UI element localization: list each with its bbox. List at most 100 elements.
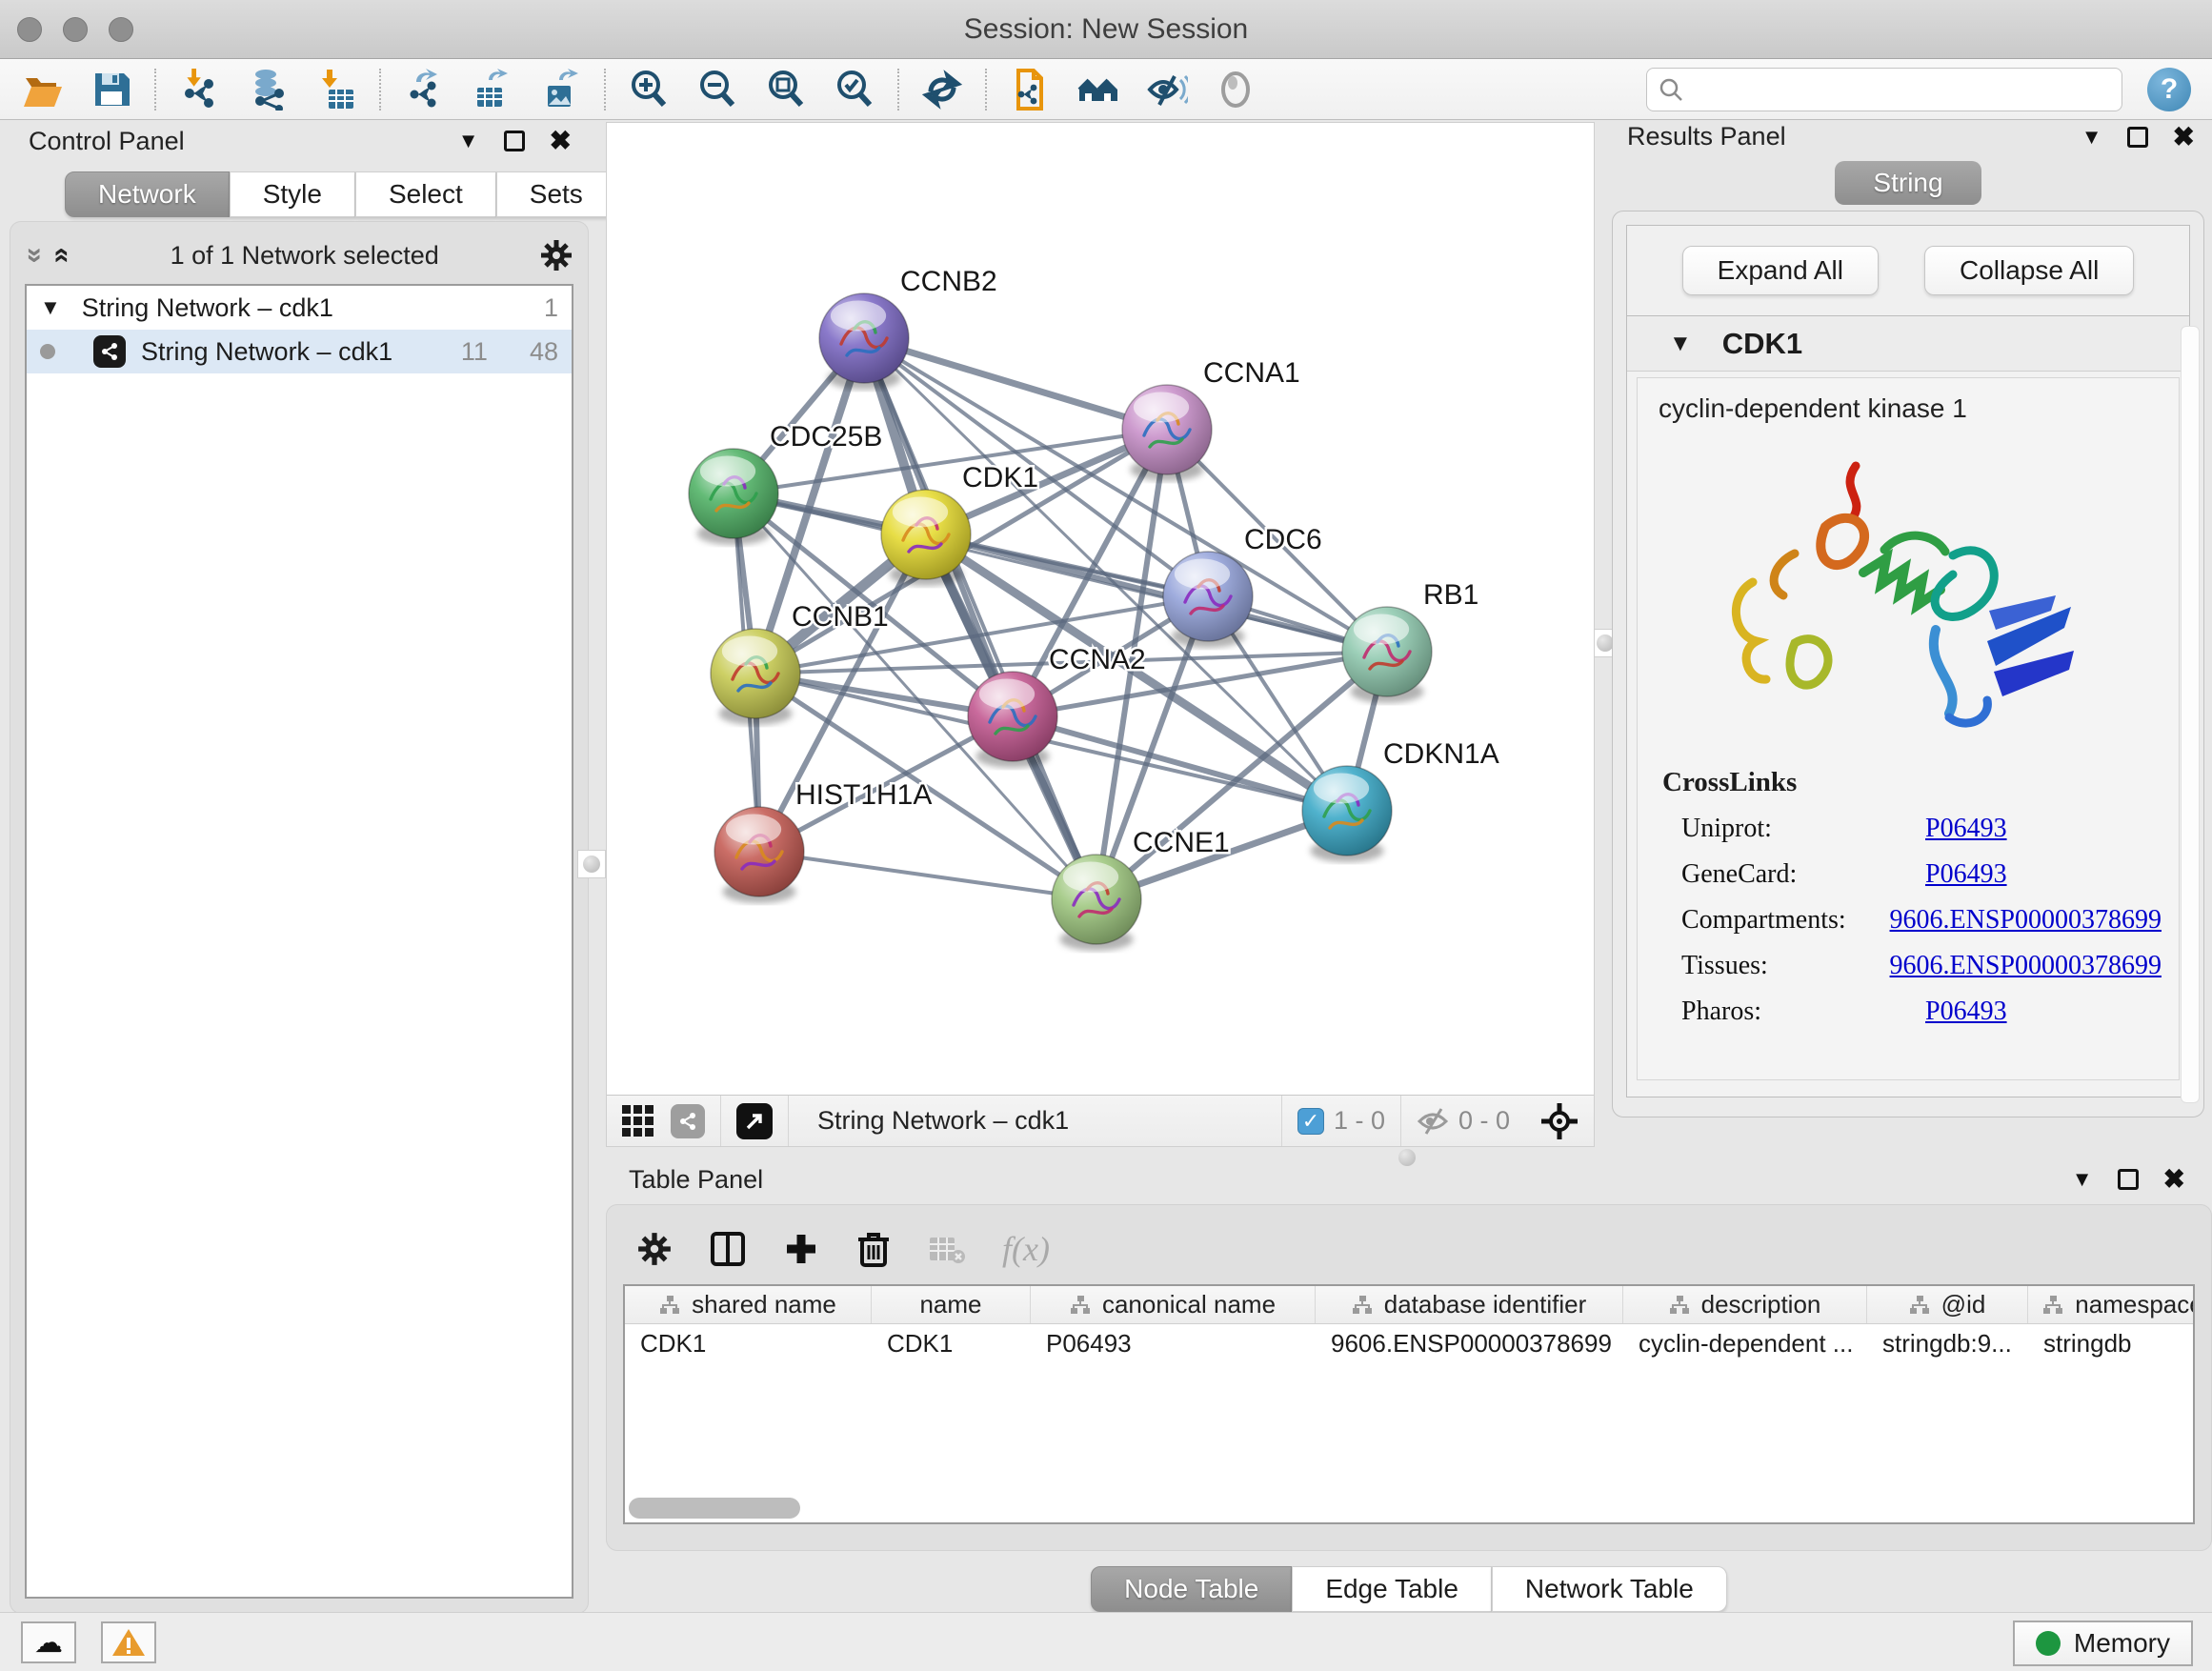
pharos-link[interactable]: P06493 [1925, 997, 2007, 1027]
panel-menu-icon[interactable]: ▼ [2072, 1167, 2093, 1192]
network-row-selected[interactable]: String Network – cdk1 11 48 [27, 330, 572, 373]
tab-sets[interactable]: Sets [496, 171, 616, 217]
control-panel-title: Control Panel [29, 127, 185, 156]
column-header-name[interactable]: name [872, 1286, 1031, 1323]
node-label-HIST1H1A: HIST1H1A [795, 779, 932, 811]
network-canvas[interactable]: CCNB2CCNA1CDC25BCDK1CDC6RB1CCNB1CCNA2CDK… [607, 123, 1596, 1095]
node-label-CCNA2: CCNA2 [1049, 644, 1146, 675]
tab-string[interactable]: String [1835, 161, 1981, 205]
zoom-out-icon[interactable] [695, 68, 739, 111]
delete-column-trash-icon[interactable] [855, 1230, 892, 1268]
table-options-gear-icon[interactable] [636, 1231, 673, 1267]
cloud-status-button[interactable]: ☁ [21, 1621, 76, 1663]
network-node-CCNE1[interactable]: CCNE1 [1052, 827, 1230, 951]
collection-expand-icon[interactable]: ▼ [40, 295, 61, 320]
search-input[interactable] [1693, 74, 2110, 104]
memory-status-dot [2036, 1631, 2061, 1656]
genecard-link[interactable]: P06493 [1925, 859, 2007, 890]
column-header-database-identifier[interactable]: database identifier [1316, 1286, 1623, 1323]
network-node-CCNB1[interactable]: CCNB1 [711, 601, 889, 725]
table-cell: CDK1 [872, 1324, 1031, 1362]
column-header-description[interactable]: description [1623, 1286, 1867, 1323]
network-node-CDKN1A[interactable]: CDKN1A [1302, 738, 1499, 862]
tab-node-table[interactable]: Node Table [1091, 1566, 1292, 1612]
import-network-icon[interactable] [177, 68, 221, 111]
refresh-icon[interactable] [920, 68, 964, 111]
import-network-from-database-icon[interactable] [246, 68, 290, 111]
table-row[interactable]: CDK1CDK1P064939606.ENSP00000378699cyclin… [625, 1324, 2193, 1362]
export-image-icon[interactable] [539, 68, 583, 111]
network-node-CCNA1[interactable]: CCNA1 [1122, 357, 1300, 481]
compartments-link[interactable]: 9606.ENSP00000378699 [1890, 905, 2162, 936]
float-panel-icon[interactable] [2127, 127, 2148, 148]
expand-all-networks-icon[interactable]: « [46, 248, 78, 264]
selected-node-edge-counter: 1 - 0 [1334, 1106, 1385, 1136]
column-header-namespace[interactable]: namespace [2028, 1286, 2195, 1323]
collapse-all-button[interactable]: Collapse All [1924, 246, 2134, 295]
return-home-icon[interactable] [1076, 68, 1120, 111]
panel-menu-icon[interactable]: ▼ [2081, 125, 2102, 150]
zoom-selected-icon[interactable] [833, 68, 876, 111]
zoom-fit-icon[interactable] [764, 68, 808, 111]
fit-content-crosshair-icon[interactable] [1540, 1102, 1579, 1140]
tissues-link[interactable]: 9606.ENSP00000378699 [1890, 951, 2162, 981]
delete-table-icon [928, 1234, 966, 1264]
open-in-window-icon[interactable] [736, 1103, 773, 1139]
show-glass-eye-icon[interactable] [1214, 68, 1257, 111]
column-header-canonical-name[interactable]: canonical name [1031, 1286, 1316, 1323]
network-node-HIST1H1A[interactable]: HIST1H1A [714, 779, 932, 903]
column-header-shared-name[interactable]: shared name [625, 1286, 872, 1323]
network-options-gear-icon[interactable] [539, 238, 573, 272]
network-collection-row[interactable]: ▼ String Network – cdk1 1 [27, 286, 572, 330]
import-table-icon[interactable] [314, 68, 358, 111]
selected-checkbox-icon[interactable]: ✓ [1297, 1108, 1324, 1135]
tab-select[interactable]: Select [355, 171, 496, 217]
expand-all-button[interactable]: Expand All [1682, 246, 1879, 295]
network-edge-HIST1H1A-CCNE1[interactable] [759, 852, 1096, 899]
string-import-icon[interactable] [1008, 68, 1052, 111]
string-style-icon[interactable] [671, 1104, 705, 1138]
network-node-CDC25B[interactable]: CDC25B [689, 421, 882, 545]
close-panel-icon[interactable]: ✖ [2173, 124, 2195, 151]
export-network-icon[interactable] [402, 68, 446, 111]
column-header--id[interactable]: @id [1867, 1286, 2028, 1323]
node-label-CDK1: CDK1 [962, 462, 1038, 493]
collapse-all-networks-icon[interactable]: « [16, 248, 49, 264]
close-panel-icon[interactable]: ✖ [2163, 1166, 2185, 1193]
crosslink-row: Pharos: P06493 [1655, 997, 2162, 1027]
tab-network[interactable]: Network [65, 171, 230, 217]
memory-button[interactable]: Memory [2013, 1621, 2193, 1666]
zoom-in-icon[interactable] [627, 68, 671, 111]
tab-network-table[interactable]: Network Table [1492, 1566, 1727, 1612]
add-column-icon[interactable] [783, 1231, 819, 1267]
help-icon[interactable]: ? [2147, 68, 2191, 111]
tab-edge-table[interactable]: Edge Table [1292, 1566, 1492, 1612]
export-table-icon[interactable] [471, 68, 514, 111]
tab-style[interactable]: Style [230, 171, 355, 217]
uniprot-link[interactable]: P06493 [1925, 814, 2007, 844]
table-cell: stringdb:9... [1867, 1324, 2028, 1362]
show-columns-icon[interactable] [709, 1230, 747, 1268]
birds-eye-view-icon[interactable] [622, 1105, 654, 1137]
gene-collapse-icon[interactable]: ▼ [1669, 331, 1692, 357]
table-toolbar: f(x) [623, 1214, 2195, 1284]
float-panel-icon[interactable] [504, 131, 525, 151]
hide-glass-eye-icon[interactable] [1145, 68, 1189, 111]
table-panel-title: Table Panel [629, 1165, 763, 1195]
results-panel: Results Panel ▼ ✖ String Expand All Coll… [1612, 122, 2204, 1147]
network-node-RB1[interactable]: RB1 [1342, 579, 1478, 703]
network-view: CCNB2CCNA1CDC25BCDK1CDC6RB1CCNB1CCNA2CDK… [606, 122, 1595, 1147]
table-cell: cyclin-dependent ... [1623, 1324, 1867, 1362]
open-session-icon[interactable] [21, 68, 65, 111]
warnings-button[interactable] [101, 1621, 156, 1663]
window-title: Session: New Session [0, 13, 2212, 46]
results-scrollbar[interactable] [2181, 326, 2200, 1103]
float-panel-icon[interactable] [2118, 1169, 2139, 1190]
close-panel-icon[interactable]: ✖ [550, 128, 572, 154]
table-horizontal-scrollbar[interactable] [629, 1498, 800, 1519]
node-label-CCNB1: CCNB1 [792, 601, 889, 633]
left-splitter-handle[interactable] [577, 850, 606, 878]
save-session-icon[interactable] [90, 68, 133, 111]
panel-menu-icon[interactable]: ▼ [458, 129, 479, 153]
title-bar: Session: New Session [0, 0, 2212, 59]
